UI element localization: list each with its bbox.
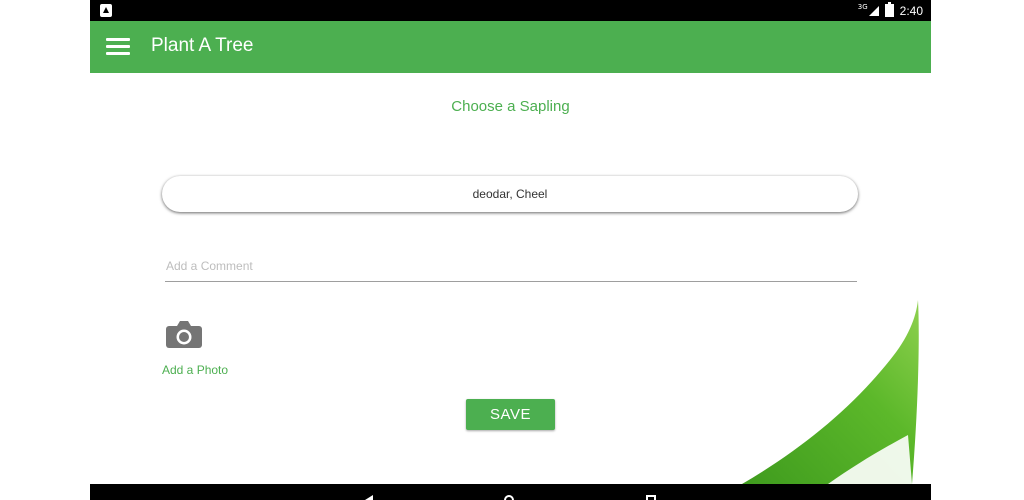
leaf-decoration bbox=[742, 300, 919, 484]
status-time: 2:40 bbox=[899, 3, 923, 18]
app-screen: 3G 2:40 Plant A Tree Choose a Sapling de… bbox=[90, 0, 931, 500]
status-indicators: 3G 2:40 bbox=[858, 2, 923, 19]
notification-icon bbox=[100, 4, 112, 17]
navigation-bar bbox=[90, 484, 931, 500]
network-type-label: 3G bbox=[857, 2, 868, 11]
menu-icon[interactable] bbox=[106, 38, 130, 56]
comment-input[interactable] bbox=[165, 251, 857, 282]
save-button[interactable]: SAVE bbox=[466, 399, 555, 430]
battery-icon bbox=[884, 2, 894, 17]
signal-icon bbox=[868, 5, 879, 16]
status-bar: 3G 2:40 bbox=[90, 0, 931, 21]
camera-icon[interactable] bbox=[166, 320, 202, 348]
recent-apps-icon[interactable] bbox=[646, 495, 656, 500]
home-icon[interactable] bbox=[504, 495, 514, 500]
app-bar: Plant A Tree bbox=[90, 21, 931, 73]
add-photo-link[interactable]: Add a Photo bbox=[162, 363, 228, 377]
sapling-selector[interactable]: deodar, Cheel bbox=[162, 176, 858, 212]
section-title: Choose a Sapling bbox=[451, 98, 570, 115]
back-icon[interactable] bbox=[365, 495, 373, 500]
app-title: Plant A Tree bbox=[151, 35, 254, 56]
